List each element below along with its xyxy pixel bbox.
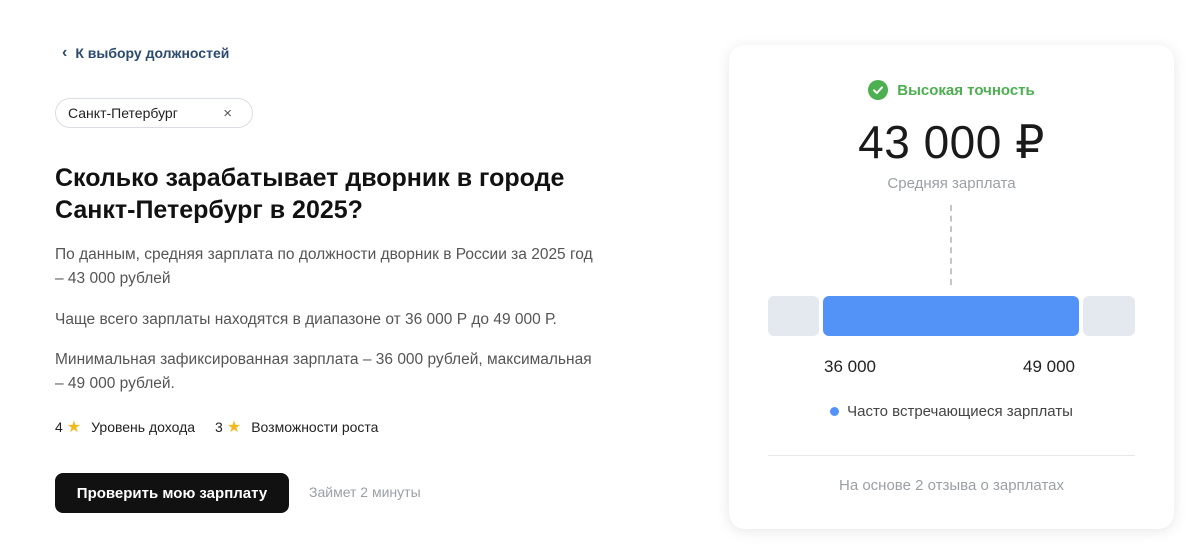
page-title-line2: Санкт-Петербург в 2025? — [55, 196, 363, 224]
salary-summary-card: Высокая точность 43 000 ₽ Средняя зарпла… — [729, 45, 1174, 529]
accuracy-indicator: Высокая точность — [729, 80, 1174, 100]
rating-label: Возможности роста — [251, 419, 379, 435]
city-filter-chip[interactable]: Санкт-Петербург × — [55, 98, 253, 128]
back-to-positions-link[interactable]: ‹ К выбору должностей — [62, 44, 230, 62]
star-icon: ★ — [226, 419, 242, 436]
average-salary-text: По данным, средняя зарплата по должности… — [55, 243, 645, 291]
range-min-value: 36 000 — [824, 357, 876, 376]
city-chip-label: Санкт-Петербург — [68, 105, 178, 121]
salary-bar-common-range — [823, 296, 1079, 336]
star-icon: ★ — [66, 419, 82, 436]
chevron-left-icon: ‹ — [62, 44, 68, 61]
average-salary-text-line1: По данным, средняя зарплата по должности… — [55, 246, 593, 263]
check-my-salary-button[interactable]: Проверить мою зарплату — [55, 473, 289, 513]
average-salary-text-line2: – 43 000 рублей — [55, 270, 171, 287]
salary-bar-low-segment — [768, 296, 819, 336]
rating-score: 4 — [55, 419, 63, 435]
legend-label: Часто встречающиеся зарплаты — [847, 403, 1073, 420]
close-icon[interactable]: × — [223, 105, 232, 122]
accuracy-label: Высокая точность — [897, 81, 1035, 99]
time-estimate-note: Займет 2 минуты — [309, 484, 421, 500]
back-link-label: К выбору должностей — [75, 45, 230, 61]
salary-range-text: Чаще всего зарплаты находятся в диапазон… — [55, 311, 557, 328]
min-max-salary-text: Минимальная зафиксированная зарплата – 3… — [55, 348, 645, 396]
min-max-salary-text-line2: – 49 000 рублей. — [55, 375, 175, 392]
page-title: Сколько зарабатывает дворник в городе Са… — [55, 162, 655, 226]
range-max-value: 49 000 — [1023, 357, 1075, 376]
check-circle-icon — [868, 80, 889, 100]
rating-label: Уровень дохода — [91, 419, 196, 435]
page-title-line1: Сколько зарабатывает дворник в городе — [55, 164, 565, 192]
legend-dot-icon — [830, 407, 840, 416]
salary-bar-high-segment — [1083, 296, 1135, 336]
card-divider — [768, 455, 1135, 456]
growth-opportunities-rating: 3 ★ Возможности роста — [215, 417, 378, 437]
chart-legend: Часто встречающиеся зарплаты — [729, 403, 1174, 420]
reviews-basis-text: На основе 2 отзыва о зарплатах — [839, 477, 1064, 494]
average-marker-line — [950, 205, 952, 285]
min-max-salary-text-line1: Минимальная зафиксированная зарплата – 3… — [55, 351, 592, 368]
average-salary-amount: 43 000 ₽ — [858, 116, 1045, 168]
average-salary-label: Средняя зарплата — [887, 175, 1016, 192]
ratings-row: 4 ★ Уровень дохода 3 ★ Возможности роста — [55, 417, 378, 437]
rating-score: 3 — [215, 419, 223, 435]
income-level-rating: 4 ★ Уровень дохода — [55, 417, 195, 437]
